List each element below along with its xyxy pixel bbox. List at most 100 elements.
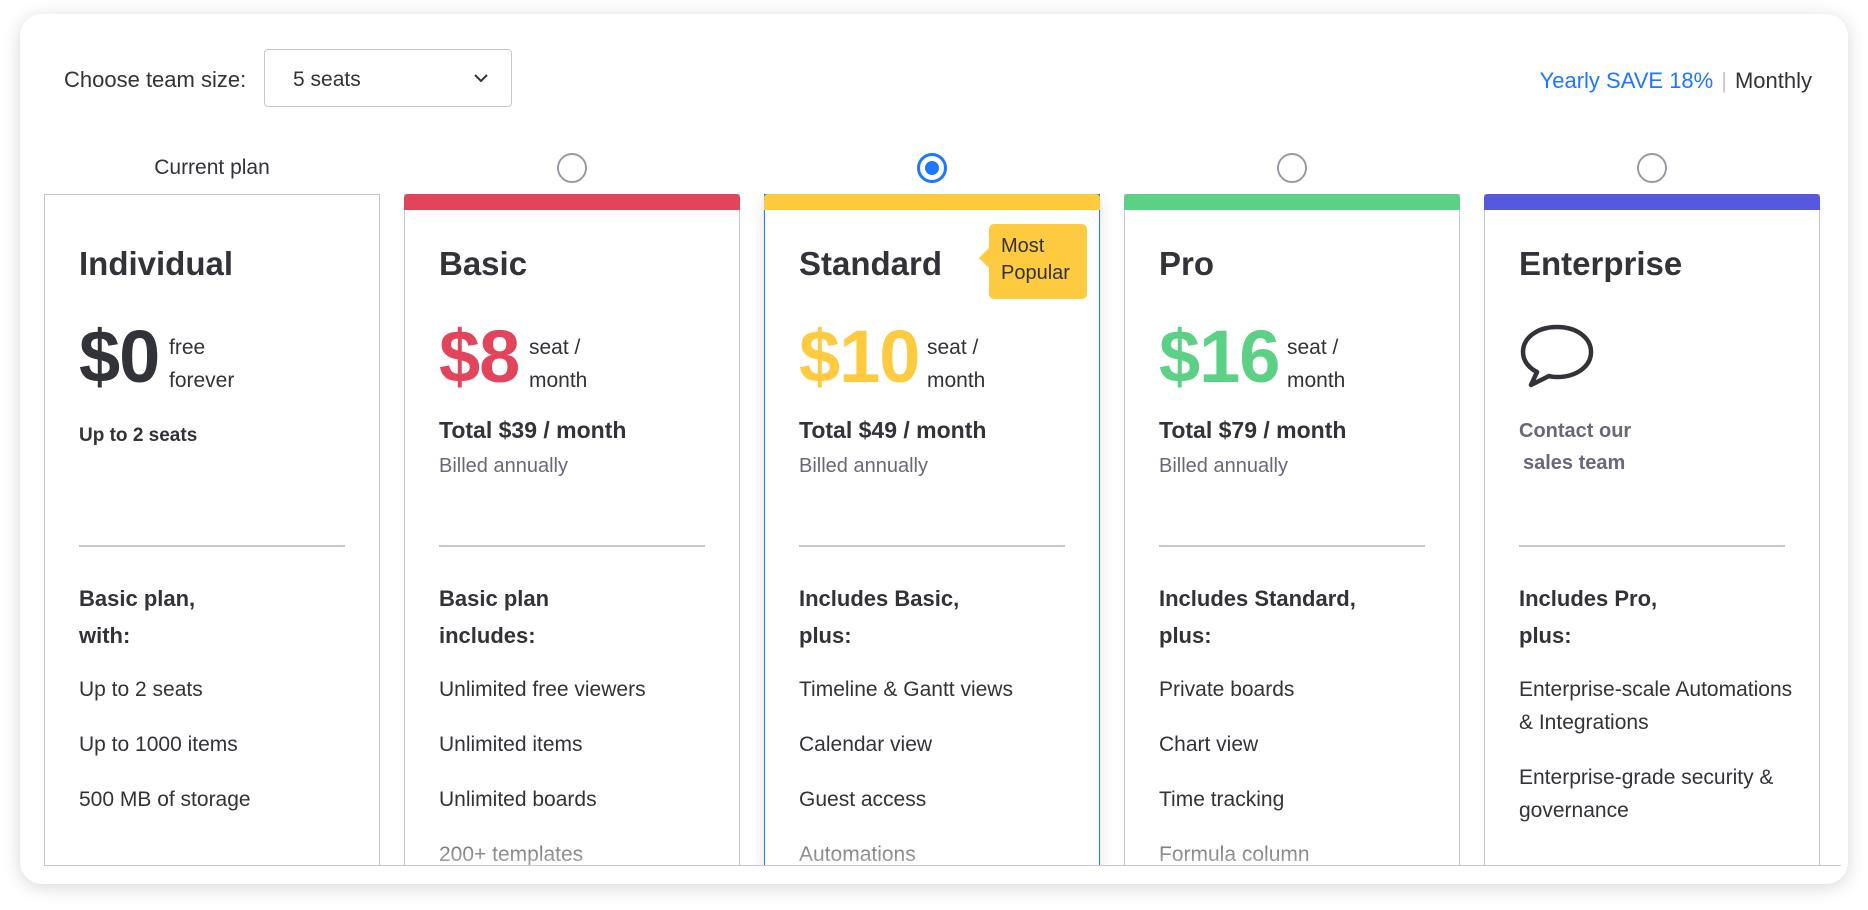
badge-line: Most <box>1001 235 1045 257</box>
feature-item: Up to 1000 items <box>79 733 238 756</box>
billing-toggle: Yearly SAVE 18% | Monthly <box>1540 68 1812 94</box>
price-unit-line: month <box>927 369 986 392</box>
plan-name: Individual <box>79 245 234 282</box>
includes-heading: Includes Pro, plus: <box>1519 580 1657 654</box>
plan-selectors: Current plan <box>44 150 1841 190</box>
plan-card-individual[interactable]: Individual $0 free forever Up to 2 seats… <box>44 194 380 866</box>
plan-total: Total $49 / month <box>799 417 987 443</box>
includes-line: Basic plan, <box>79 586 196 611</box>
feature-item: Unlimited boards <box>439 788 597 811</box>
radio-basic[interactable] <box>557 153 587 183</box>
includes-line: plus: <box>1519 623 1572 648</box>
cards-bottom-border <box>44 865 1841 866</box>
plan-total: Total $79 / month <box>1159 417 1347 443</box>
feature-item: Enterprise-scale Automations & Integrati… <box>1519 678 1793 734</box>
plan-card-standard[interactable]: Standard Most Popular $10 seat / month T… <box>764 194 1100 866</box>
price-unit-line: seat / <box>529 336 581 359</box>
contact-line: sales team <box>1523 452 1626 474</box>
billing-separator: | <box>1721 68 1727 93</box>
seats-note: Up to 2 seats <box>79 425 198 446</box>
plan-selector-standard <box>764 150 1100 190</box>
current-plan-indicator: Current plan <box>44 150 380 190</box>
plan-color-bar <box>404 194 740 210</box>
feature-item: Up to 2 seats <box>79 678 203 701</box>
feature-item: 500 MB of storage <box>79 788 251 811</box>
feature-item: Automations <box>799 843 916 866</box>
chevron-down-icon <box>474 74 488 83</box>
plan-name: Enterprise <box>1519 245 1683 282</box>
plan-card-pro[interactable]: Pro $16 seat / month Total $79 / month B… <box>1124 194 1460 866</box>
badge-line: Popular <box>1001 262 1070 284</box>
plan-name: Standard <box>799 245 943 282</box>
includes-line: Includes Basic, <box>799 586 960 611</box>
plan-card-basic[interactable]: Basic $8 seat / month Total $39 / month … <box>404 194 740 866</box>
feature-item: Unlimited items <box>439 733 583 756</box>
feature-item: Formula column <box>1159 843 1310 866</box>
plan-color-bar <box>764 194 1100 210</box>
plan-name: Pro <box>1159 245 1215 282</box>
includes-line: includes: <box>439 623 536 648</box>
price-unit-line: free <box>169 336 206 359</box>
billing-note: Billed annually <box>439 455 568 477</box>
plan-price-unit: seat / month <box>529 331 587 397</box>
feature-list: Up to 2 seats Up to 1000 items 500 MB of… <box>79 673 365 838</box>
most-popular-badge: Most Popular <box>979 224 1087 299</box>
plan-name: Basic <box>439 245 528 282</box>
plan-selector-basic <box>404 150 740 190</box>
includes-heading: Basic plan includes: <box>439 580 549 654</box>
plan-card-enterprise[interactable]: Enterprise Contact our sales team Includ… <box>1484 194 1820 866</box>
plan-color-bar <box>1124 194 1460 210</box>
price-unit-line: month <box>529 369 588 392</box>
includes-line: plus: <box>1159 623 1212 648</box>
radio-standard[interactable] <box>917 153 947 183</box>
contact-line: Contact our <box>1519 420 1632 442</box>
plan-price-unit: free forever <box>169 331 234 397</box>
divider <box>1519 545 1785 547</box>
price-unit-line: month <box>1287 369 1346 392</box>
includes-line: with: <box>79 623 131 648</box>
includes-heading: Includes Standard, plus: <box>1159 580 1356 654</box>
current-plan-label: Current plan <box>154 156 270 179</box>
plan-selector-pro <box>1124 150 1460 190</box>
billing-note: Billed annually <box>1159 455 1288 477</box>
plan-cards: Individual $0 free forever Up to 2 seats… <box>44 194 1841 866</box>
plan-price: $16 <box>1159 315 1280 398</box>
monthly-option[interactable]: Monthly <box>1735 68 1812 93</box>
feature-item: Calendar view <box>799 733 933 756</box>
divider <box>79 545 345 547</box>
team-size-label: Choose team size: <box>64 67 247 92</box>
pricing-panel: Choose team size: 5 seats Yearly SAVE 18… <box>20 14 1848 884</box>
yearly-option[interactable]: Yearly SAVE 18% <box>1540 68 1714 93</box>
divider <box>439 545 705 547</box>
includes-line: plus: <box>799 623 852 648</box>
radio-pro[interactable] <box>1277 153 1307 183</box>
includes-line: Includes Pro, <box>1519 586 1658 611</box>
team-size-dropdown[interactable]: 5 seats <box>264 49 512 107</box>
includes-line: Includes Standard, <box>1159 586 1356 611</box>
divider <box>1159 545 1425 547</box>
plan-selector-enterprise <box>1484 150 1820 190</box>
price-unit-line: seat / <box>1287 336 1339 359</box>
feature-list: Private boards Chart view Time tracking … <box>1159 673 1445 866</box>
plan-price-unit: seat / month <box>927 331 985 397</box>
contact-sales-link[interactable]: Contact our sales team <box>1519 415 1631 479</box>
billing-note: Billed annually <box>799 455 928 477</box>
plan-price-unit: seat / month <box>1287 331 1345 397</box>
includes-line: Basic plan <box>439 586 550 611</box>
feature-item: Time tracking <box>1159 788 1285 811</box>
pricing-header: Choose team size: 5 seats Yearly SAVE 18… <box>44 49 1812 111</box>
feature-item: Unlimited free viewers <box>439 678 646 701</box>
feature-list: Timeline & Gantt views Calendar view Gue… <box>799 673 1085 866</box>
includes-heading: Includes Basic, plus: <box>799 580 959 654</box>
price-unit-line: seat / <box>927 336 979 359</box>
plan-total: Total $39 / month <box>439 417 627 443</box>
plan-price: $0 <box>79 315 160 398</box>
chat-bubble-icon <box>1520 324 1594 388</box>
feature-list: Unlimited free viewers Unlimited items U… <box>439 673 725 866</box>
feature-list: Enterprise-scale Automations & Integrati… <box>1519 673 1805 849</box>
feature-item: Chart view <box>1159 733 1259 756</box>
radio-enterprise[interactable] <box>1637 153 1667 183</box>
feature-item: 200+ templates <box>439 843 584 866</box>
plan-price: $8 <box>439 315 520 398</box>
plan-color-bar <box>1484 194 1820 210</box>
